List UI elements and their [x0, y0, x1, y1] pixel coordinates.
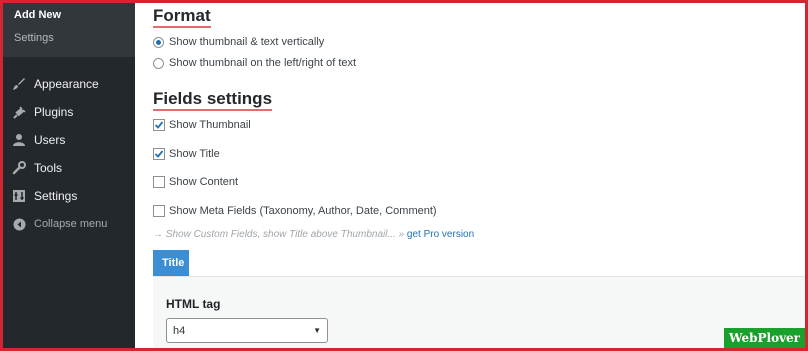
checkbox-show-content[interactable]: Show Content — [153, 176, 238, 188]
collapse-menu-label: Collapse menu — [34, 218, 108, 230]
get-pro-version-link[interactable]: get Pro version — [407, 229, 474, 240]
watermark-badge: WebPlover — [724, 328, 805, 348]
sidebar-item-label: Users — [34, 133, 66, 147]
fields-settings-heading: Fields settings — [153, 90, 273, 111]
hint-text: → Show Custom Fields, show Title above T… — [153, 229, 407, 240]
html-tag-label: HTML tag — [166, 297, 221, 311]
sidebar-item-settings[interactable]: Settings — [0, 182, 135, 210]
checkbox[interactable] — [153, 119, 165, 131]
format-heading: Format — [153, 7, 211, 28]
tab-title[interactable]: Title — [153, 250, 189, 276]
html-tag-value: h4 — [173, 324, 186, 337]
checkmark-icon — [154, 150, 164, 158]
settings-icon — [11, 188, 27, 204]
settings-main: Format Show thumbnail & text vertically … — [135, 0, 808, 351]
checkbox[interactable] — [153, 148, 165, 160]
pro-features-hint: → Show Custom Fields, show Title above T… — [153, 229, 474, 240]
checkbox-label: Show Content — [169, 176, 239, 188]
checkbox[interactable] — [153, 205, 165, 217]
plugin-icon — [11, 104, 27, 120]
sidebar-item-label: Settings — [34, 189, 78, 203]
dropdown-arrow-icon: ▼ — [313, 326, 321, 335]
sidebar-item-users[interactable]: Users — [0, 126, 135, 154]
format-option-vertical[interactable]: Show thumbnail & text vertically — [153, 36, 324, 48]
user-icon — [11, 132, 27, 148]
title-settings-panel: HTML tag h4 ▼ — [153, 277, 808, 351]
sidebar-item-label: Appearance — [34, 77, 99, 91]
sidebar-item-tools[interactable]: Tools — [0, 154, 135, 182]
submenu-item-add-new[interactable]: Add New — [14, 8, 135, 22]
checkbox-label: Show Thumbnail — [169, 119, 251, 131]
sidebar-item-label: Plugins — [34, 105, 74, 119]
checkmark-icon — [154, 121, 164, 129]
settings-tabs: Title — [153, 250, 808, 277]
checkbox[interactable] — [153, 176, 165, 188]
sidebar-submenu: Add New Settings — [0, 0, 135, 57]
radio-button[interactable] — [153, 36, 164, 48]
sidebar-menu: Appearance Plugins Users Tools Settings — [0, 57, 135, 238]
checkbox-show-meta-fields[interactable]: Show Meta Fields (Taxonomy, Author, Date… — [153, 205, 437, 217]
checkbox-show-title[interactable]: Show Title — [153, 148, 220, 160]
checkbox-show-thumbnail[interactable]: Show Thumbnail — [153, 119, 251, 131]
html-tag-select[interactable]: h4 ▼ — [166, 318, 328, 343]
paintbrush-icon — [11, 76, 27, 92]
format-option-left-right[interactable]: Show thumbnail on the left/right of text — [153, 57, 356, 69]
checkbox-label: Show Title — [169, 148, 220, 160]
sidebar-item-appearance[interactable]: Appearance — [0, 70, 135, 98]
option-label: Show thumbnail on the left/right of text — [169, 57, 357, 69]
option-label: Show thumbnail & text vertically — [169, 36, 325, 48]
wrench-icon — [11, 160, 27, 176]
collapse-menu-button[interactable]: Collapse menu — [0, 210, 135, 238]
checkbox-label: Show Meta Fields (Taxonomy, Author, Date… — [169, 205, 437, 217]
sidebar-item-label: Tools — [34, 161, 63, 175]
admin-sidebar: Add New Settings Appearance Plugins User… — [0, 0, 135, 351]
collapse-arrow-icon — [11, 216, 27, 232]
sidebar-item-plugins[interactable]: Plugins — [0, 98, 135, 126]
radio-button[interactable] — [153, 57, 164, 69]
submenu-item-settings[interactable]: Settings — [14, 31, 135, 45]
